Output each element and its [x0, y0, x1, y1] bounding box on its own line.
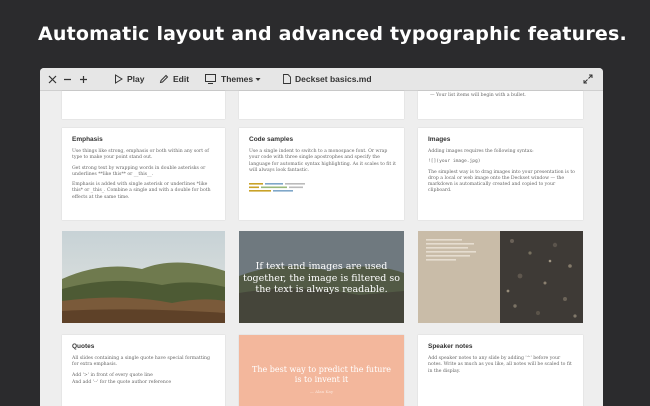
slide-body: Adding images requires the following syn…	[428, 149, 575, 199]
landscape-image	[62, 231, 225, 323]
page-headline: Automatic layout and advanced typographi…	[38, 23, 627, 45]
slide-split-image[interactable]	[418, 231, 583, 323]
slide-quote[interactable]: The best way to predict the future is to…	[239, 335, 404, 406]
play-button[interactable]: Play	[114, 68, 145, 90]
slide-grid: — Your list items will begin with a bull…	[40, 91, 603, 406]
faint-text-graphic	[426, 239, 476, 261]
toolbar: Play Edit Themes Deckset basics.md	[40, 68, 603, 91]
slide-body: Use a single indent to switch to a monos…	[249, 149, 396, 178]
themes-label: Themes	[221, 74, 254, 84]
quote-line: The best way to predict the future	[251, 365, 392, 374]
play-label: Play	[127, 74, 145, 84]
document-title: Deckset basics.md	[283, 68, 372, 90]
slide-paragraph: Add '>' in front of every quote line	[72, 372, 153, 378]
slide-thumbnail[interactable]	[62, 91, 225, 119]
overlay-line: together, the image is filtered so	[243, 272, 400, 284]
quote-author: — Alan Kay	[309, 389, 334, 394]
close-button[interactable]	[48, 68, 57, 90]
pencil-icon	[159, 74, 169, 84]
document-icon	[283, 74, 291, 84]
slide-code-samples[interactable]: Code samples Use a single indent to swit…	[239, 128, 404, 220]
slide-paragraph: Use things like strong, emphasis or both…	[72, 149, 209, 161]
slide-title: Quotes	[72, 343, 95, 350]
minus-icon	[64, 78, 71, 80]
slide-emphasis[interactable]: Emphasis Use things like strong, emphasi…	[62, 128, 225, 220]
overlay-line: If text and images are used	[255, 261, 388, 272]
slide-paragraph: Emphasis is added with single asterisk o…	[72, 182, 211, 200]
slide-paragraph: And add '--' for the quote author refere…	[72, 379, 172, 385]
code-sample-graphic	[249, 183, 305, 192]
edit-button[interactable]: Edit	[159, 68, 189, 90]
slide-thumbnail[interactable]	[239, 91, 404, 119]
chevron-down-icon	[255, 77, 261, 81]
slide-landscape-photo[interactable]	[62, 231, 225, 323]
slide-paragraph: Adding images requires the following syn…	[428, 149, 534, 154]
themes-icon	[205, 74, 216, 84]
slide-body: Add speaker notes to any slide by adding…	[428, 356, 575, 379]
zoom-out-button[interactable]	[63, 68, 72, 90]
quote-text: The best way to predict the future is to…	[239, 365, 404, 397]
slide-text: — Your list items will begin with a bull…	[430, 93, 526, 98]
slide-body: Use things like strong, emphasis or both…	[72, 149, 217, 205]
slide-paragraph: All slides containing a single quote hav…	[72, 356, 210, 368]
slide-images[interactable]: Images Adding images requires the follow…	[418, 128, 583, 220]
slide-paragraph: Use a single indent to switch to a monos…	[249, 149, 396, 173]
fullscreen-button[interactable]	[583, 68, 593, 90]
plus-icon	[80, 75, 87, 83]
edit-label: Edit	[173, 74, 190, 84]
slide-title: Code samples	[249, 136, 294, 143]
gravel-image	[500, 231, 583, 323]
slide-filtered-image[interactable]: If text and images are used together, th…	[239, 231, 404, 323]
slide-title: Emphasis	[72, 136, 103, 143]
slide-code: ![](your image.jpg)	[428, 159, 481, 165]
slide-title: Images	[428, 136, 451, 143]
document-filename: Deckset basics.md	[295, 74, 372, 84]
slide-quotes[interactable]: Quotes All slides containing a single qu…	[62, 335, 225, 406]
expand-icon	[583, 74, 593, 84]
overlay-line: the text is always readable.	[255, 284, 388, 295]
zoom-in-button[interactable]	[79, 68, 88, 90]
app-window: Play Edit Themes Deckset basics.md — You…	[40, 68, 603, 406]
quote-line: is to invent it	[294, 375, 349, 384]
slide-title: Speaker notes	[428, 343, 473, 350]
slide-body: All slides containing a single quote hav…	[72, 356, 217, 390]
slide-paragraph: The simplest way is to drag images into …	[428, 169, 575, 194]
close-icon	[48, 75, 57, 83]
slide-paragraph: Add speaker notes to any slide by adding…	[428, 356, 572, 374]
themes-button[interactable]: Themes	[205, 68, 261, 90]
slide-thumbnail[interactable]: — Your list items will begin with a bull…	[418, 91, 583, 119]
text-panel	[418, 231, 500, 323]
slide-speaker-notes[interactable]: Speaker notes Add speaker notes to any s…	[418, 335, 583, 406]
overlay-text: If text and images are used together, th…	[239, 261, 404, 296]
slide-paragraph: Get strong text by wrapping words in dou…	[72, 165, 206, 177]
play-icon	[115, 74, 123, 84]
